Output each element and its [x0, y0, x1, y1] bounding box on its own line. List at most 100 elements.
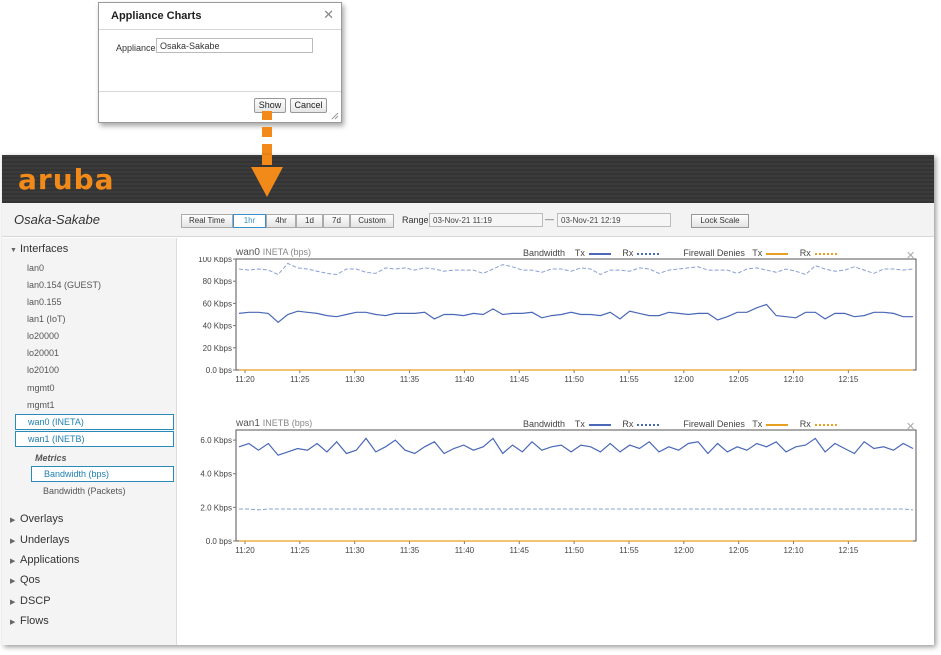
close-icon[interactable]: ✕ [323, 7, 334, 23]
section-label: Qos [20, 574, 41, 586]
x-tick-label: 11:20 [235, 546, 255, 555]
sidebar-item-wan1[interactable]: wan1 (INETB) [15, 431, 174, 447]
x-tick-label: 11:45 [510, 375, 530, 384]
time-btn-7d[interactable]: 7d [323, 214, 350, 228]
sidebar-section-dscp[interactable]: ▶ DSCP [10, 595, 51, 607]
y-tick-label: 100 Kbps [198, 257, 232, 264]
x-tick-label: 12:00 [674, 375, 695, 384]
plot-area [235, 429, 917, 542]
arrow-dash [262, 155, 272, 165]
appliance-charts-dialog: Appliance Charts ✕ Appliance Show Cancel [98, 2, 342, 123]
appliance-input[interactable] [156, 38, 313, 53]
chart-svg: 6.0 Kbps 4.0 Kbps 2.0 Kbps 0.0 bps11:20 11:2… [200, 429, 917, 555]
metric-item-bandwidth-packets[interactable]: Bandwidth (Packets) [31, 483, 174, 499]
section-label: Applications [20, 554, 80, 566]
sidebar-item-mgmt1[interactable]: mgmt1 [15, 397, 174, 413]
sidebar-section-overlays[interactable]: ▶ Overlays [10, 513, 63, 525]
x-tick-label: 11:50 [564, 375, 584, 384]
sidebar-item-lo20000[interactable]: lo20000 [15, 328, 174, 344]
x-tick-label: 11:30 [345, 546, 365, 555]
sidebar-item-lan1[interactable]: lan1 (IoT) [15, 311, 174, 327]
section-label: Overlays [20, 513, 64, 525]
legend-swatch [814, 252, 837, 255]
x-tick-label: 11:40 [455, 375, 475, 384]
range-label: Range [402, 215, 429, 225]
x-tick-label: 11:35 [400, 546, 420, 555]
sidebar-item-lo20100[interactable]: lo20100 [15, 362, 174, 378]
y-tick-label: 6.0 Kbps [200, 436, 232, 445]
caret-right-icon: ▶ [10, 558, 16, 565]
y-tick-label: 40 Kbps [203, 322, 232, 331]
time-btn-4hr[interactable]: 4hr [266, 214, 296, 228]
dialog-divider [99, 91, 341, 92]
legend-swatch [637, 252, 660, 255]
section-label: Flows [20, 615, 49, 627]
dialog-divider [99, 29, 341, 30]
lock-scale-button[interactable]: Lock Scale [691, 214, 749, 228]
appliance-name: Osaka-Sakabe [14, 212, 100, 227]
sidebar-item-lo20001[interactable]: lo20001 [15, 345, 174, 361]
y-tick-label: 0.0 bps [206, 537, 232, 546]
y-tick-label: 60 Kbps [203, 299, 232, 308]
legend-swatch [588, 252, 611, 255]
legend-swatch [814, 423, 837, 426]
resize-grip-icon[interactable] [331, 112, 339, 120]
chart-subtitle: INETA (bps) [262, 247, 312, 257]
caret-right-icon: ▶ [10, 517, 16, 524]
x-tick-label: 12:15 [838, 546, 859, 555]
sidebar-section-interfaces[interactable]: ▼ Interfaces [10, 243, 68, 255]
plot-area [235, 258, 917, 371]
x-tick-label: 11:50 [564, 546, 584, 555]
appliance-label: Appliance [116, 43, 156, 53]
chart-svg: 100 Kbps 80 Kbps 60 Kbps 40 Kbps 20 Kbps 0.0 … [198, 257, 917, 384]
screenshot-root: Appliance Charts ✕ Appliance Show Cancel… [0, 0, 941, 655]
x-tick-label: 11:25 [290, 546, 310, 555]
cancel-button[interactable]: Cancel [290, 98, 327, 113]
sidebar-item-mgmt0[interactable]: mgmt0 [15, 380, 174, 396]
x-tick-label: 11:35 [400, 375, 420, 384]
x-tick-label: 12:05 [729, 375, 750, 384]
metrics-label: Metrics [35, 453, 67, 463]
app-window: aruba Osaka-Sakabe Real Time 1hr 4hr 1d … [2, 155, 934, 645]
arrow-dash [262, 127, 272, 137]
section-label: DSCP [20, 595, 51, 607]
caret-right-icon: ▶ [10, 538, 16, 545]
sidebar-item-wan0[interactable]: wan0 (INETA) [15, 414, 174, 430]
time-btn-custom[interactable]: Custom [350, 214, 394, 228]
section-label: Interfaces [20, 243, 69, 255]
x-tick-label: 12:15 [838, 375, 859, 384]
y-tick-label: 80 Kbps [203, 277, 232, 286]
app-header: aruba [2, 155, 934, 203]
time-btn-realtime[interactable]: Real Time [181, 214, 233, 228]
arrow-down-icon [251, 167, 283, 197]
legend-swatch [637, 423, 660, 426]
sidebar-section-underlays[interactable]: ▶ Underlays [10, 534, 70, 546]
x-tick-label: 11:55 [619, 375, 639, 384]
range-to-input[interactable]: 03-Nov-21 12:19 [557, 213, 671, 227]
sidebar-item-lan0-155[interactable]: lan0.155 [15, 294, 174, 310]
sidebar-section-qos[interactable]: ▶ Qos [10, 574, 40, 586]
caret-right-icon: ▶ [10, 578, 16, 585]
chart-panel-wan1: wan1 INETB (bps) Bandwidth Tx Rx Firewal… [180, 418, 934, 568]
caret-down-icon: ▼ [10, 247, 17, 254]
sidebar-item-lan0-154[interactable]: lan0.154 (GUEST) [15, 277, 174, 293]
x-tick-label: 12:10 [784, 546, 805, 555]
caret-right-icon: ▶ [10, 599, 16, 606]
y-tick-label: 20 Kbps [203, 344, 232, 353]
x-tick-label: 11:40 [455, 546, 475, 555]
time-btn-1hr[interactable]: 1hr [233, 214, 266, 228]
x-tick-label: 11:20 [235, 375, 255, 384]
range-separator: — [545, 214, 554, 224]
legend-swatch [766, 252, 789, 255]
range-from-input[interactable]: 03-Nov-21 11:19 [429, 213, 543, 227]
time-btn-1d[interactable]: 1d [296, 214, 323, 228]
metric-item-bandwidth-bps[interactable]: Bandwidth (bps) [31, 466, 174, 482]
legend-swatch [588, 423, 611, 426]
x-tick-label: 12:00 [674, 546, 695, 555]
sidebar-section-flows[interactable]: ▶ Flows [10, 615, 49, 627]
sidebar: ▼ Interfaces lan0 lan0.154 (GUEST) lan0.1… [2, 238, 177, 645]
x-tick-label: 11:45 [510, 546, 530, 555]
x-tick-label: 12:10 [784, 375, 805, 384]
sidebar-section-applications[interactable]: ▶ Applications [10, 554, 79, 566]
sidebar-item-lan0[interactable]: lan0 [15, 260, 174, 276]
